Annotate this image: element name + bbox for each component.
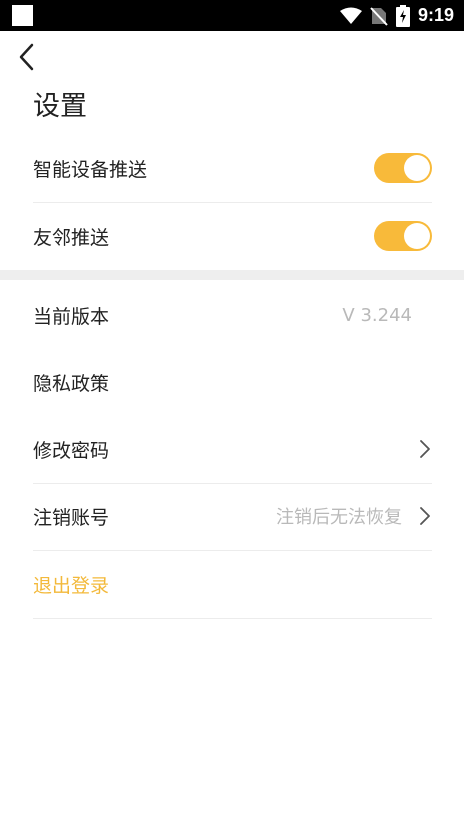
toggle-knob bbox=[404, 155, 430, 181]
toggle-row-neighbor-push: 友邻推送 bbox=[33, 202, 432, 270]
battery-charging-icon bbox=[395, 4, 410, 27]
privacy-policy-row[interactable]: 隐私政策 bbox=[33, 348, 432, 416]
version-row: 当前版本 V 3.244 bbox=[33, 281, 432, 349]
privacy-policy-label: 隐私政策 bbox=[33, 372, 110, 395]
page-title: 设置 bbox=[33, 91, 87, 122]
section-divider bbox=[0, 270, 464, 280]
toggle-knob bbox=[404, 223, 430, 249]
status-bar: 9:19 bbox=[0, 0, 464, 31]
wifi-icon bbox=[339, 7, 362, 24]
chevron-right-icon bbox=[420, 507, 430, 525]
version-label: 当前版本 bbox=[33, 305, 110, 328]
neighbor-push-toggle[interactable] bbox=[374, 221, 432, 251]
version-value: V 3.244 bbox=[342, 304, 412, 326]
smart-device-push-toggle[interactable] bbox=[374, 153, 432, 183]
back-arrow-icon bbox=[19, 43, 34, 71]
chevron-right-icon bbox=[420, 440, 430, 458]
toggle-row-smart-device-push: 智能设备推送 bbox=[33, 134, 432, 203]
back-button[interactable] bbox=[14, 42, 44, 72]
deactivate-hint: 注销后无法恢复 bbox=[276, 507, 402, 528]
deactivate-account-label: 注销账号 bbox=[33, 506, 110, 529]
no-sim-icon bbox=[370, 6, 388, 26]
status-time: 9:19 bbox=[417, 5, 454, 25]
change-password-row[interactable]: 修改密码 bbox=[33, 415, 432, 484]
deactivate-account-row[interactable]: 注销账号 注销后无法恢复 bbox=[33, 482, 432, 551]
logout-label: 退出登录 bbox=[33, 574, 110, 597]
change-password-label: 修改密码 bbox=[33, 439, 110, 462]
logout-row[interactable]: 退出登录 bbox=[33, 550, 432, 619]
notification-icon bbox=[12, 5, 33, 26]
neighbor-push-label: 友邻推送 bbox=[33, 226, 110, 249]
smart-device-push-label: 智能设备推送 bbox=[33, 158, 148, 181]
